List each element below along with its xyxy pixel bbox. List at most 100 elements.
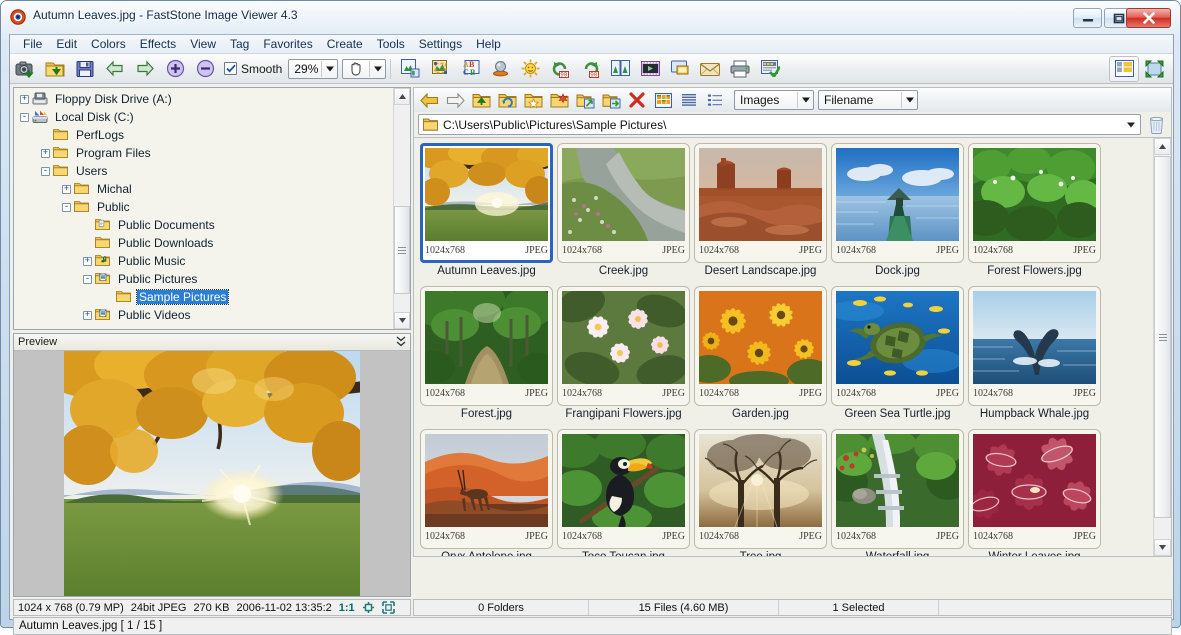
tree-item-program-files[interactable]: +Program Files xyxy=(14,144,393,162)
scroll-up-icon[interactable] xyxy=(394,88,410,105)
chevron-down-icon[interactable] xyxy=(1127,122,1135,127)
smooth-checkbox[interactable]: Smooth xyxy=(224,62,282,76)
zoom-in-icon[interactable] xyxy=(160,56,190,82)
up-folder-icon[interactable] xyxy=(468,89,494,111)
thumbnail-frame[interactable]: 1024x768JPEG xyxy=(831,286,964,406)
thumbnail-item[interactable]: 1024x768JPEGWinter Leaves.jpg xyxy=(966,429,1103,557)
thumbnail-frame[interactable]: 1024x768JPEG xyxy=(968,429,1101,549)
collapse-icon[interactable]: - xyxy=(20,113,29,122)
menu-effects[interactable]: Effects xyxy=(133,35,183,53)
menu-help[interactable]: Help xyxy=(469,35,508,53)
menu-settings[interactable]: Settings xyxy=(412,35,469,53)
adjust-lighting-icon[interactable] xyxy=(515,56,545,82)
collapse-icon[interactable]: - xyxy=(62,203,71,212)
thumbnail-frame[interactable]: 1024x768JPEG xyxy=(968,286,1101,406)
back-icon[interactable] xyxy=(416,89,442,111)
menu-file[interactable]: File xyxy=(16,35,49,53)
open-folder-icon[interactable] xyxy=(40,56,70,82)
new-folder-icon[interactable] xyxy=(546,89,572,111)
thumbnail-scrollbar[interactable] xyxy=(1153,138,1171,556)
expand-icon[interactable]: + xyxy=(20,95,29,104)
recycle-bin-icon[interactable] xyxy=(1141,113,1171,136)
text-icon[interactable]: A B C B xyxy=(455,56,485,82)
image-properties-icon[interactable] xyxy=(755,56,785,82)
print-icon[interactable] xyxy=(725,56,755,82)
tree-item-public-music[interactable]: +Public Music xyxy=(14,252,393,270)
menu-favorites[interactable]: Favorites xyxy=(256,35,319,53)
rotate-left-icon[interactable]: 90 xyxy=(545,56,575,82)
email-icon[interactable] xyxy=(695,56,725,82)
list-view-icon[interactable] xyxy=(676,89,702,111)
next-icon[interactable] xyxy=(130,56,160,82)
delete-icon[interactable] xyxy=(624,89,650,111)
favorites-folder-icon[interactable] xyxy=(520,89,546,111)
tree-item-michal[interactable]: +Michal xyxy=(14,180,393,198)
screen-capture-icon[interactable] xyxy=(10,56,40,82)
thumbnail-frame[interactable]: 1024x768JPEG xyxy=(557,286,690,406)
thumbnail-frame[interactable]: 1024x768JPEG xyxy=(831,429,964,549)
thumbnail-scroll-thumb[interactable] xyxy=(1154,156,1171,518)
collapse-icon[interactable]: - xyxy=(83,275,92,284)
details-view-icon[interactable] xyxy=(702,89,728,111)
scroll-down-icon[interactable] xyxy=(1154,539,1171,556)
collapse-icon[interactable]: - xyxy=(41,167,50,176)
previous-icon[interactable] xyxy=(100,56,130,82)
thumbnail-grid-area[interactable]: 1024x768JPEGAutumn Leaves.jpg1024x768JPE… xyxy=(413,137,1172,557)
scroll-down-icon[interactable] xyxy=(394,312,410,329)
forward-icon[interactable] xyxy=(442,89,468,111)
folder-tree[interactable]: +Floppy Disk Drive (A:)-Local Disk (C:) P… xyxy=(13,87,411,330)
thumbnail-item[interactable]: 1024x768JPEGDesert Landscape.jpg xyxy=(692,143,829,285)
refresh-folder-icon[interactable] xyxy=(494,89,520,111)
thumbnail-item[interactable]: 1024x768JPEGWaterfall.jpg xyxy=(829,429,966,557)
copy-to-folder-icon[interactable] xyxy=(572,89,598,111)
thumbnail-view-icon[interactable] xyxy=(1109,56,1139,82)
scroll-up-icon[interactable] xyxy=(1154,138,1171,155)
preview-image[interactable] xyxy=(14,351,410,596)
fullscreen-icon[interactable] xyxy=(1139,56,1169,82)
menu-tag[interactable]: Tag xyxy=(223,35,256,53)
thumbnail-frame[interactable]: 1024x768JPEG xyxy=(831,143,964,263)
tree-item-floppy-disk-drive-a[interactable]: +Floppy Disk Drive (A:) xyxy=(14,90,393,108)
thumbnail-item[interactable]: 1024x768JPEGCreek.jpg xyxy=(555,143,692,285)
zoom-level-combo[interactable]: 29% xyxy=(288,59,338,79)
file-type-filter-combo[interactable]: Images xyxy=(734,90,814,110)
thumbnail-item[interactable]: 1024x768JPEGGreen Sea Turtle.jpg xyxy=(829,286,966,428)
expand-icon[interactable]: + xyxy=(62,185,71,194)
close-button[interactable] xyxy=(1126,8,1171,28)
thumbnail-item[interactable]: 1024x768JPEGOryx Antelope.jpg xyxy=(418,429,555,557)
zoom-out-icon[interactable] xyxy=(190,56,220,82)
thumbnail-item[interactable]: 1024x768JPEGTree.jpg xyxy=(692,429,829,557)
thumbnail-item[interactable]: 1024x768JPEGGarden.jpg xyxy=(692,286,829,428)
sort-order-combo[interactable]: Filename xyxy=(818,90,918,110)
chevron-double-down-icon[interactable] xyxy=(396,336,406,350)
address-input[interactable]: C:\Users\Public\Pictures\Sample Pictures… xyxy=(418,114,1141,135)
smooth-checkbox-box[interactable] xyxy=(224,62,237,75)
thumbnail-item[interactable]: 1024x768JPEGFrangipani Flowers.jpg xyxy=(555,286,692,428)
tree-item-public-pictures[interactable]: -Public Pictures xyxy=(14,270,393,288)
slideshow-icon[interactable] xyxy=(635,56,665,82)
thumbnail-frame[interactable]: 1024x768JPEG xyxy=(694,429,827,549)
crop-icon[interactable] xyxy=(425,56,455,82)
expand-icon[interactable]: + xyxy=(41,149,50,158)
tree-item-local-disk-c[interactable]: -Local Disk (C:) xyxy=(14,108,393,126)
folder-tree-scrollbar[interactable] xyxy=(393,88,410,329)
tree-item-users[interactable]: -Users xyxy=(14,162,393,180)
actual-size-icon[interactable] xyxy=(382,601,395,614)
thumbnail-frame[interactable]: 1024x768JPEG xyxy=(694,143,827,263)
resize-icon[interactable] xyxy=(395,56,425,82)
menu-view[interactable]: View xyxy=(183,35,223,53)
thumbnail-frame[interactable]: 1024x768JPEG xyxy=(557,143,690,263)
compare-icon[interactable] xyxy=(605,56,635,82)
wallpaper-icon[interactable] xyxy=(665,56,695,82)
thumbnail-frame[interactable]: 1024x768JPEG xyxy=(420,143,553,263)
tree-item-public-documents[interactable]: Public Documents xyxy=(14,216,393,234)
tree-item-public-videos[interactable]: +Public Videos xyxy=(14,306,393,324)
thumbnail-frame[interactable]: 1024x768JPEG xyxy=(968,143,1101,263)
thumbnail-item[interactable]: 1024x768JPEGHumpback Whale.jpg xyxy=(966,286,1103,428)
menu-edit[interactable]: Edit xyxy=(49,35,84,53)
expand-icon[interactable]: + xyxy=(83,257,92,266)
thumbnails-view-icon[interactable] xyxy=(650,89,676,111)
thumbnail-item[interactable]: 1024x768JPEGForest.jpg xyxy=(418,286,555,428)
fit-window-icon[interactable] xyxy=(362,601,375,614)
folder-tree-scroll-thumb[interactable] xyxy=(394,206,410,294)
